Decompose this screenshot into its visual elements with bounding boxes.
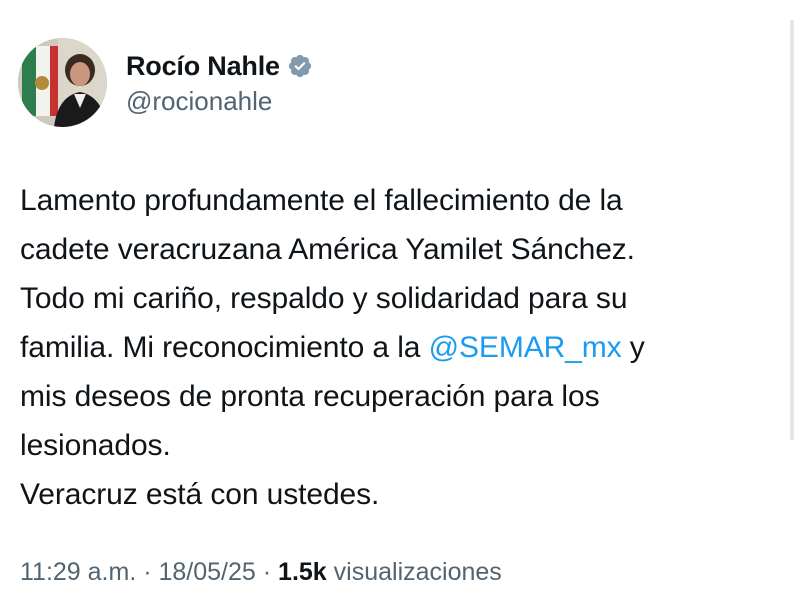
scrollbar[interactable] bbox=[790, 20, 794, 440]
tweet-metadata: 11:29 a.m. · 18/05/25 · 1.5k visualizaci… bbox=[20, 558, 502, 587]
views-count[interactable]: 1.5k bbox=[278, 558, 327, 586]
author-handle[interactable]: @rocionahle bbox=[126, 86, 313, 117]
author-names: Rocío Nahle @rocionahle bbox=[126, 48, 313, 117]
avatar[interactable] bbox=[18, 38, 107, 127]
tweet-time[interactable]: 11:29 a.m. bbox=[20, 558, 136, 586]
tweet-line: mis deseos de pronta recuperación para l… bbox=[20, 380, 600, 413]
tweet-line: lesionados. bbox=[20, 429, 171, 462]
avatar-image bbox=[18, 38, 107, 127]
tweet-text-fragment: y bbox=[621, 331, 645, 364]
tweet-line-with-mention: familia. Mi reconocimiento a la @SEMAR_m… bbox=[20, 323, 780, 372]
separator: · bbox=[255, 558, 279, 586]
tweet-date[interactable]: 18/05/25 bbox=[159, 558, 256, 586]
tweet-line: Todo mi cariño, respaldo y solidaridad p… bbox=[20, 282, 628, 315]
tweet-text-fragment: familia. Mi reconocimiento a la bbox=[20, 331, 429, 364]
tweet-line: cadete veracruzana América Yamilet Sánch… bbox=[20, 233, 635, 266]
tweet-body: Lamento profundamente el fallecimiento d… bbox=[20, 176, 780, 519]
author-display-name[interactable]: Rocío Nahle bbox=[126, 51, 280, 82]
views-label: visualizaciones bbox=[326, 558, 502, 586]
separator: · bbox=[136, 558, 159, 586]
tweet-header: Rocío Nahle @rocionahle bbox=[18, 38, 313, 127]
name-row: Rocío Nahle bbox=[126, 48, 313, 84]
tweet-line: Lamento profundamente el fallecimiento d… bbox=[20, 184, 623, 217]
tweet-line: Veracruz está con ustedes. bbox=[20, 478, 380, 511]
mention-link[interactable]: @SEMAR_mx bbox=[429, 331, 622, 364]
verified-badge-icon[interactable] bbox=[287, 53, 313, 79]
